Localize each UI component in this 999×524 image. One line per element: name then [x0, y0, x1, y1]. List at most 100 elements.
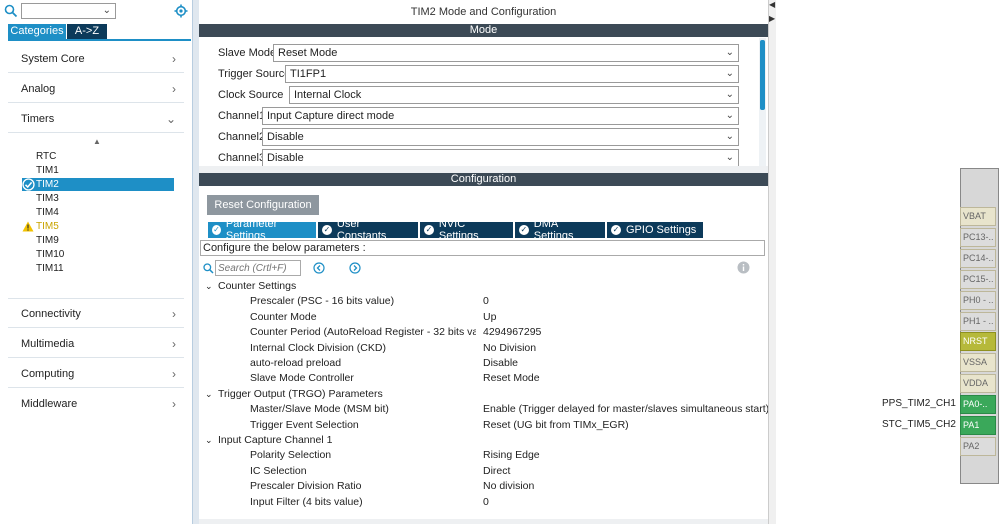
tab-gpio-settings[interactable]: ✓ GPIO Settings — [607, 222, 705, 238]
parameter-value[interactable]: Reset (UG bit from TIMx_EGR) — [483, 419, 629, 431]
category-multimedia[interactable]: Multimedia › — [8, 333, 184, 355]
tab-nvic-settings[interactable]: ✓ NVIC Settings — [420, 218, 515, 242]
parameter-name[interactable]: Input Filter (4 bits value) — [250, 496, 476, 508]
channel3-select[interactable]: Disable ⌄ — [262, 149, 739, 167]
divider — [8, 327, 184, 328]
channel2-value: Disable — [267, 131, 304, 143]
parameter-name[interactable]: Counter Mode — [250, 311, 476, 323]
check-icon: ✓ — [424, 225, 434, 235]
parameter-value[interactable]: 4294967295 — [483, 326, 541, 338]
parameter-name[interactable]: IC Selection — [250, 465, 476, 477]
clock-source-select[interactable]: Internal Clock ⌄ — [289, 86, 739, 104]
expand-group-icon[interactable]: ⌄ — [205, 281, 213, 292]
category-system-core[interactable]: System Core › — [8, 48, 184, 70]
expand-group-icon[interactable]: ⌄ — [205, 435, 213, 446]
tab-a-z[interactable]: A->Z — [67, 24, 107, 39]
category-analog[interactable]: Analog › — [8, 78, 184, 100]
pin[interactable]: PH1 - .. — [960, 311, 996, 331]
category-label: Connectivity — [21, 308, 81, 320]
parameter-group[interactable]: Trigger Output (TRGO) Parameters — [218, 388, 383, 400]
parameter-value[interactable]: Up — [483, 311, 496, 323]
timer-item-tim11[interactable]: TIM11 — [22, 262, 174, 275]
pin[interactable]: VDDA — [960, 374, 996, 394]
parameter-name[interactable]: Internal Clock Division (CKD) — [250, 342, 476, 354]
chevron-right-icon: › — [172, 337, 176, 351]
search-icon[interactable] — [4, 4, 18, 18]
pin[interactable]: NRST — [960, 332, 996, 352]
configure-instructions: Configure the below parameters : — [200, 240, 765, 256]
pin[interactable]: PA0-.. — [960, 395, 996, 415]
timer-item-tim1[interactable]: TIM1 — [22, 164, 174, 177]
parameter-name[interactable]: Master/Slave Mode (MSM bit) — [250, 403, 476, 415]
channel2-select[interactable]: Disable ⌄ — [262, 128, 739, 146]
pinout-separator[interactable]: ◀ ▶ — [768, 0, 776, 524]
chevron-right-icon: › — [172, 307, 176, 321]
parameter-name[interactable]: Trigger Event Selection — [250, 419, 476, 431]
timer-item-tim10[interactable]: TIM10 — [22, 248, 174, 261]
timer-item-tim5[interactable]: TIM5 — [22, 220, 174, 233]
pin[interactable]: PH0 - .. — [960, 290, 996, 310]
timer-item-tim4[interactable]: TIM4 — [22, 206, 174, 219]
next-result-icon[interactable] — [349, 262, 361, 274]
parameter-value[interactable]: Disable — [483, 357, 518, 369]
parameter-value[interactable]: Direct — [483, 465, 510, 477]
previous-result-icon[interactable] — [313, 262, 325, 274]
parameter-name[interactable]: auto-reload preload — [250, 357, 476, 369]
parameter-name[interactable]: Slave Mode Controller — [250, 372, 476, 384]
reset-configuration-button[interactable]: Reset Configuration — [207, 195, 319, 215]
parameter-group[interactable]: Counter Settings — [218, 280, 296, 292]
chevron-down-icon: ⌄ — [725, 131, 734, 142]
tab-parameter-settings[interactable]: ✓ Parameter Settings — [208, 218, 318, 242]
parameter-value[interactable]: Enable (Trigger delayed for master/slave… — [483, 403, 769, 415]
parameter-name[interactable]: Counter Period (AutoReload Register - 32… — [250, 326, 476, 338]
timer-item-tim2[interactable]: TIM2 — [22, 178, 174, 191]
info-icon[interactable] — [737, 261, 750, 274]
sort-icon[interactable]: ▲ — [93, 137, 101, 146]
parameter-value[interactable]: Reset Mode — [483, 372, 540, 384]
pin[interactable]: VSSA — [960, 353, 996, 373]
timer-item-rtc[interactable]: RTC — [22, 150, 174, 163]
pin[interactable]: PC14-.. — [960, 248, 996, 268]
parameter-value[interactable]: Rising Edge — [483, 449, 540, 461]
category-computing[interactable]: Computing › — [8, 363, 184, 385]
expand-arrow-icon[interactable]: ▶ — [769, 14, 775, 23]
tab-dma-settings[interactable]: ✓ DMA Settings — [515, 218, 607, 242]
check-icon: ✓ — [611, 225, 621, 235]
category-label: Computing — [21, 368, 75, 380]
tab-user-constants[interactable]: ✓ User Constants — [318, 218, 420, 242]
pin[interactable]: PC15-.. — [960, 269, 996, 289]
parameter-name[interactable]: Prescaler (PSC - 16 bits value) — [250, 295, 476, 307]
category-middleware[interactable]: Middleware › — [8, 393, 184, 415]
trigger-source-select[interactable]: TI1FP1 ⌄ — [285, 65, 739, 83]
expand-group-icon[interactable]: ⌄ — [205, 389, 213, 400]
tab-label: Parameter Settings — [225, 218, 278, 242]
pin[interactable]: PA1 — [960, 416, 996, 435]
trigger-source-label: Trigger Source — [218, 68, 291, 80]
collapse-arrow-icon[interactable]: ◀ — [769, 0, 775, 9]
slave-mode-select[interactable]: Reset Mode ⌄ — [273, 44, 739, 62]
pin[interactable]: PC13-.. — [960, 227, 996, 247]
categories-panel: ⌄ Categories A->Z System Core › Analog › T… — [0, 0, 193, 524]
pin[interactable]: PA2 — [960, 436, 996, 456]
channel1-select[interactable]: Input Capture direct mode ⌄ — [262, 107, 739, 125]
parameter-value[interactable]: No division — [483, 480, 534, 492]
parameter-search-input[interactable] — [215, 260, 301, 276]
category-search-combo[interactable]: ⌄ — [21, 3, 116, 19]
parameter-value[interactable]: 0 — [483, 496, 489, 508]
timer-label: TIM3 — [36, 193, 59, 204]
timer-item-tim3[interactable]: TIM3 — [22, 192, 174, 205]
splitter[interactable] — [199, 166, 768, 173]
parameter-name[interactable]: Polarity Selection — [250, 449, 476, 461]
mode-scrollbar-thumb[interactable] — [760, 40, 765, 110]
parameter-value[interactable]: No Division — [483, 342, 536, 354]
gear-icon[interactable] — [174, 4, 188, 18]
chevron-down-icon: ⌄ — [725, 68, 734, 79]
pin[interactable]: VBAT — [960, 207, 996, 226]
tab-categories[interactable]: Categories — [8, 24, 66, 39]
category-timers[interactable]: Timers ⌄ — [8, 108, 184, 130]
timer-item-tim9[interactable]: TIM9 — [22, 234, 174, 247]
parameter-name[interactable]: Prescaler Division Ratio — [250, 480, 476, 492]
category-connectivity[interactable]: Connectivity › — [8, 303, 184, 325]
parameter-group[interactable]: Input Capture Channel 1 — [218, 434, 332, 446]
parameter-value[interactable]: 0 — [483, 295, 489, 307]
